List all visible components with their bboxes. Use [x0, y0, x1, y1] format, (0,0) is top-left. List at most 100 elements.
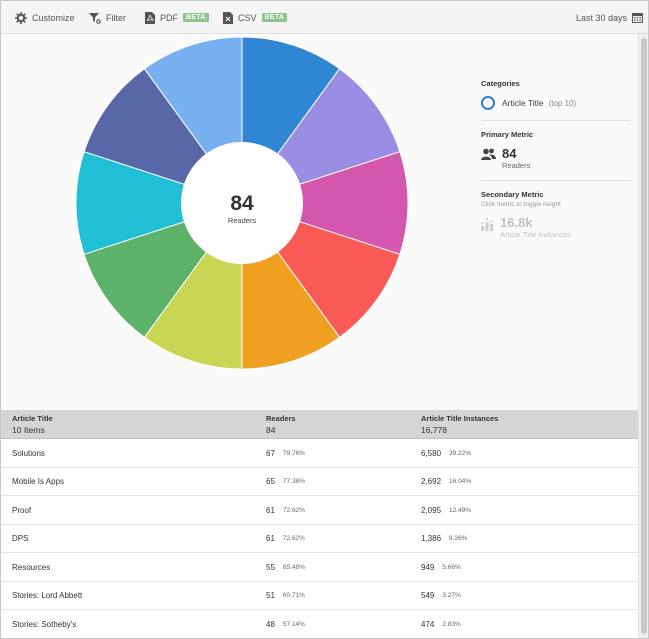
category-item[interactable]: Article Title (top 10) [481, 96, 631, 110]
readers-percent: 79.76% [282, 449, 305, 457]
row-readers: 51 60.71% [266, 582, 305, 610]
instances-value: 2,692 [421, 477, 442, 486]
chart-area: 84 Readers Categories Article Title (top… [1, 35, 638, 410]
row-title-text: Mobile Is Apps [12, 477, 65, 486]
column-title: Readers [266, 414, 296, 423]
instances-percent: 8.26% [449, 535, 468, 542]
instances-percent: 16.04% [449, 478, 472, 485]
primary-metric-label: Readers [502, 161, 531, 170]
table-header: Article Title 10 Items Readers 84 Articl… [1, 410, 638, 439]
table-row[interactable]: Mobile Is Apps 65 77.38% 2,692 16.04% [1, 467, 638, 496]
primary-metric-value: 84 [502, 146, 517, 161]
divider [481, 120, 631, 121]
instances-value: 2,095 [421, 505, 442, 515]
donut-center-label: Readers [228, 216, 257, 225]
donut-center-value: 84 [230, 192, 254, 215]
table-row[interactable]: Proof 61 72.62% 2,095 12.49% [1, 496, 638, 525]
report-panel: Customize Filter PDF BETA CSV BETA Last … [0, 0, 649, 639]
pdf-file-icon [145, 11, 155, 24]
instances-value: 474 [421, 619, 435, 629]
row-title: Solutions [12, 439, 45, 467]
categories-heading: Categories [481, 79, 520, 88]
category-note: (top 10) [548, 98, 577, 108]
readers-value: 48 [266, 619, 275, 629]
row-title: DPS [12, 525, 28, 553]
instances-value: 1,386 [421, 534, 442, 543]
table-row[interactable]: DPS 61 72.62% 1,386 8.26% [1, 524, 638, 553]
filter-icon [89, 12, 101, 24]
row-readers: 65 77.38% [266, 468, 305, 496]
calendar-icon [632, 12, 644, 23]
pdf-export-button[interactable]: PDF BETA [145, 1, 209, 34]
pdf-label: PDF [160, 12, 178, 23]
secondary-metric-heading: Secondary Metric [481, 190, 544, 199]
row-title-text: DPS [12, 534, 29, 543]
vertical-scrollbar[interactable] [638, 34, 648, 638]
instances-icon [481, 217, 494, 233]
table-body: Solutions 67 79.76% 6,580 39.22% Mobile Is Ap… [1, 439, 638, 638]
row-title: Stories: Sotheby's [12, 610, 76, 638]
column-header-article-title[interactable]: Article Title 10 Items [12, 414, 53, 435]
csv-label: CSV [238, 12, 257, 23]
secondary-metric-value: 16.8k [500, 215, 533, 230]
side-panel: Categories Article Title (top 10) Primar… [481, 79, 631, 239]
secondary-metric-hint: Click metric to toggle height [481, 201, 561, 208]
row-title-text: Resources [12, 562, 51, 572]
row-instances: 2,095 12.49% [421, 496, 471, 524]
row-title-text: Stories: Sotheby's [12, 619, 77, 629]
instances-percent: 39.22% [449, 449, 472, 457]
readers-value: 67 [266, 448, 275, 458]
instances-percent: 12.49% [449, 506, 472, 514]
instances-percent: 3.27% [442, 592, 461, 599]
readers-value: 55 [266, 562, 275, 572]
toolbar: Customize Filter PDF BETA CSV BETA Last … [1, 1, 648, 34]
date-range-label: Last 30 days [576, 12, 628, 23]
readers-percent: 60.71% [282, 592, 305, 599]
date-range-selector[interactable]: Last 30 days [576, 1, 644, 34]
readers-percent: 57.14% [282, 620, 305, 628]
category-name: Article Title [502, 98, 544, 108]
row-instances: 6,580 39.22% [421, 439, 471, 467]
customize-label: Customize [32, 12, 75, 23]
row-instances: 549 3.27% [421, 582, 461, 610]
readers-value: 61 [266, 534, 275, 543]
readers-value: 65 [266, 477, 275, 486]
readers-value: 61 [266, 505, 275, 515]
primary-metric[interactable]: 84 Readers [481, 147, 631, 170]
primary-metric-heading: Primary Metric [481, 130, 534, 139]
divider [481, 180, 631, 181]
column-subtotal: 16,778 [421, 425, 447, 435]
instances-percent: 2.83% [442, 620, 461, 628]
row-instances: 1,386 8.26% [421, 525, 467, 553]
scrollbar-thumb[interactable] [641, 38, 647, 634]
row-readers: 55 65.48% [266, 553, 305, 581]
column-header-readers[interactable]: Readers 84 [266, 414, 296, 435]
secondary-metric[interactable]: 16.8k Article Title Instances [481, 216, 631, 239]
row-title: Mobile Is Apps [12, 468, 64, 496]
csv-file-icon [223, 11, 233, 24]
secondary-metric-label: Article Title Instances [500, 230, 571, 239]
data-table: Article Title 10 Items Readers 84 Articl… [1, 410, 638, 638]
column-header-instances[interactable]: Article Title Instances 16,778 [421, 414, 498, 435]
filter-button[interactable]: Filter [89, 1, 126, 34]
customize-button[interactable]: Customize [15, 1, 75, 34]
table-row[interactable]: Stories: Lord Abbett 51 60.71% 549 3.27% [1, 581, 638, 610]
row-title-text: Proof [12, 505, 32, 515]
row-readers: 67 79.76% [266, 439, 305, 467]
row-instances: 949 5.66% [421, 553, 461, 581]
row-title: Stories: Lord Abbett [12, 582, 82, 610]
table-row[interactable]: Resources 55 65.48% 949 5.66% [1, 553, 638, 582]
donut-chart: 84 Readers [75, 36, 409, 370]
readers-percent: 72.62% [282, 506, 305, 514]
row-readers: 48 57.14% [266, 610, 305, 638]
table-row[interactable]: Stories: Sotheby's 48 57.14% 474 2.83% [1, 610, 638, 638]
csv-export-button[interactable]: CSV BETA [223, 1, 288, 34]
readers-percent: 65.48% [282, 563, 305, 571]
readers-percent: 77.38% [282, 478, 305, 485]
filter-label: Filter [106, 12, 126, 23]
column-title: Article Title [12, 414, 53, 423]
table-row[interactable]: Solutions 67 79.76% 6,580 39.22% [1, 439, 638, 468]
category-ring-icon [481, 96, 495, 110]
pdf-beta-badge: BETA [183, 13, 209, 22]
instances-value: 949 [421, 562, 435, 572]
